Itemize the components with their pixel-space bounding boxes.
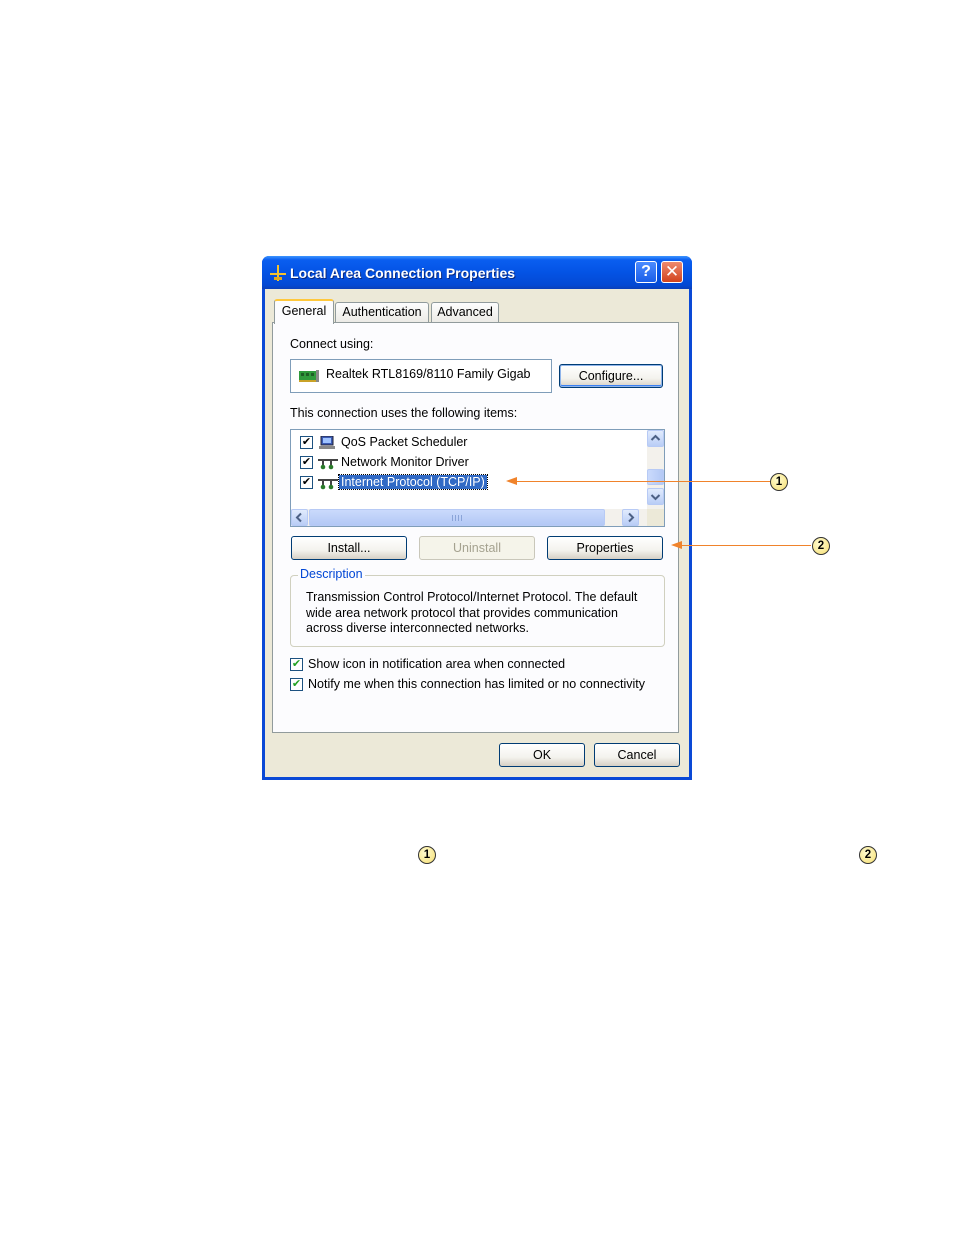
network-monitor-label: Network Monitor Driver [341,455,469,469]
callout-marker-2: 2 [812,537,830,555]
uninstall-button[interactable]: Uninstall [419,536,535,560]
network-connection-icon [270,265,286,281]
chevron-down-icon [650,494,661,501]
dialog-client-area: Authentication Advanced General Connect … [265,289,689,777]
callout-line-1 [516,481,772,482]
description-line: wide area network protocol that provides… [306,605,618,620]
configure-button[interactable]: Configure... [559,364,663,388]
scroll-down-button[interactable] [647,488,664,505]
notify-checkbox[interactable]: ✔ [290,678,303,691]
title-bar[interactable]: Local Area Connection Properties ? ✕ [262,256,692,289]
qos-scheduler-icon [319,436,335,449]
tab-advanced[interactable]: Advanced [431,302,499,322]
notify-label: Notify me when this connection has limit… [308,677,645,691]
window-title: Local Area Connection Properties [290,265,516,281]
chevron-left-icon [295,512,302,523]
network-protocol-icon [318,479,338,490]
tcpip-label: Internet Protocol (TCP/IP) [338,474,488,490]
general-tab-panel: Connect using: Realtek RTL8169/8110 Fami… [272,322,679,733]
callout-marker-2-reference: 2 [859,846,877,864]
description-line: Transmission Control Protocol/Internet P… [306,590,638,604]
ok-button[interactable]: OK [499,743,585,767]
description-text: Transmission Control Protocol/Internet P… [306,590,656,637]
network-adapter-icon [299,370,319,382]
network-protocol-icon [318,459,338,470]
install-button[interactable]: Install... [291,536,407,560]
chevron-right-icon [628,512,635,523]
scroll-up-button[interactable] [647,430,664,447]
items-label: This connection uses the following items… [290,406,518,420]
cancel-button[interactable]: Cancel [594,743,680,767]
show-icon-checkbox[interactable]: ✔ [290,658,303,671]
close-button[interactable]: ✕ [661,261,683,283]
arrowhead-icon [671,541,682,549]
components-list[interactable]: ✔ QoS Packet Scheduler ✔ Network Monitor… [290,429,665,527]
callout-line-2 [681,545,811,546]
adapter-name: Realtek RTL8169/8110 Family Gigab [326,367,531,381]
tab-authentication[interactable]: Authentication [335,302,429,322]
description-line: across diverse interconnected networks. [306,621,530,635]
network-monitor-checkbox[interactable]: ✔ [300,456,313,469]
list-item[interactable]: ✔ QoS Packet Scheduler [291,433,641,453]
qos-label: QoS Packet Scheduler [341,435,468,449]
horizontal-scrollbar[interactable] [291,509,647,526]
tcpip-checkbox[interactable]: ✔ [300,476,313,489]
chevron-up-icon [650,434,661,441]
scroll-left-button[interactable] [291,509,308,526]
description-group: Description Transmission Control Protoco… [290,567,665,647]
callout-marker-1-reference: 1 [418,846,436,864]
list-item[interactable]: ✔ Network Monitor Driver [291,453,641,473]
list-item[interactable]: ✔ Internet Protocol (TCP/IP) [291,473,641,493]
connect-using-label: Connect using: [290,337,374,351]
close-icon: ✕ [664,262,680,281]
help-button[interactable]: ? [635,261,657,283]
description-title: Description [298,567,365,581]
show-icon-label: Show icon in notification area when conn… [308,657,566,671]
vertical-scroll-thumb[interactable] [647,469,664,485]
vertical-scrollbar[interactable] [647,430,664,509]
properties-button[interactable]: Properties [547,536,663,560]
scrollbar-corner [647,509,664,526]
adapter-display: Realtek RTL8169/8110 Family Gigab [290,359,552,393]
arrowhead-icon [506,477,517,485]
callout-marker-1: 1 [770,473,788,491]
qos-checkbox[interactable]: ✔ [300,436,313,449]
horizontal-scroll-thumb[interactable] [309,509,605,526]
tab-general[interactable]: General [274,299,334,324]
scroll-right-button[interactable] [622,509,639,526]
grip-icon [452,515,462,521]
properties-dialog: Local Area Connection Properties ? ✕ Aut… [262,256,692,780]
